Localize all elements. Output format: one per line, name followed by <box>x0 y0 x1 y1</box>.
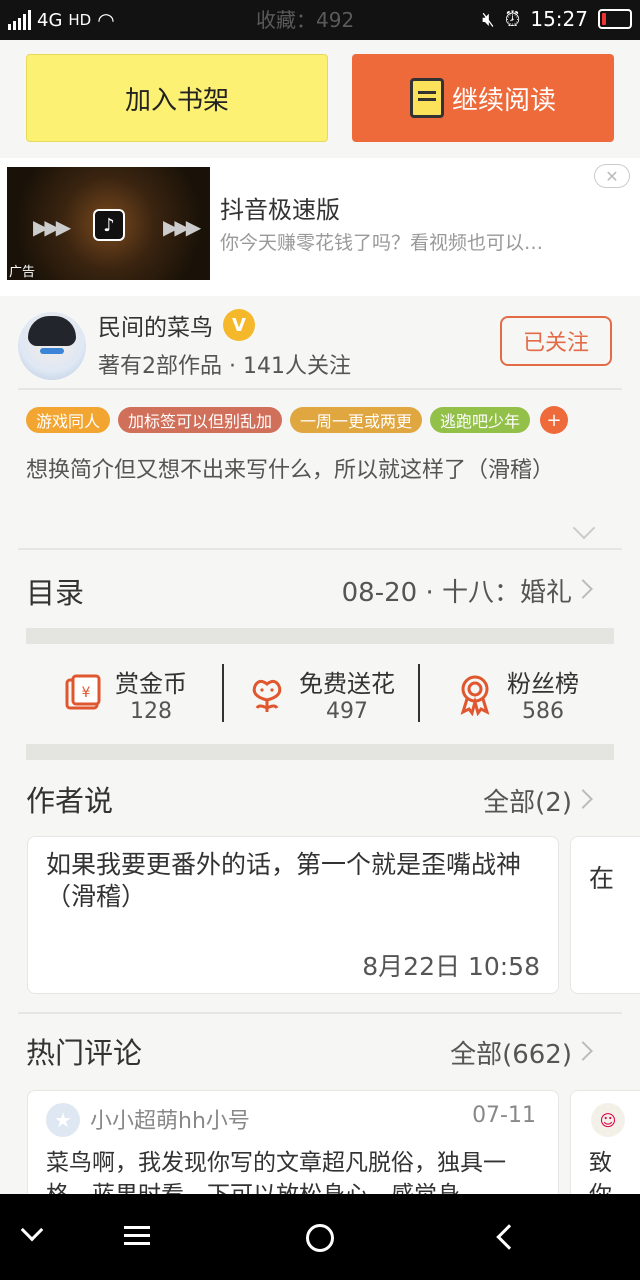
favorites-count-ghost: 收藏：492 <box>256 8 355 32</box>
stat-label: 免费送花 <box>299 670 395 698</box>
arrow-icon: ▶▶▶ <box>163 215 201 239</box>
verified-badge-icon: V <box>223 309 255 341</box>
divider <box>18 548 622 550</box>
stat-value: 128 <box>130 699 172 724</box>
author-avatar[interactable] <box>18 312 86 380</box>
author-note-time: 8月22日 10:58 <box>362 952 540 981</box>
author-meta: 著有2部作品 · 141人关注 <box>98 354 351 379</box>
chevron-right-icon[interactable] <box>573 1041 593 1061</box>
status-right: 🔇︎ ⏰︎ 15:27 <box>482 7 632 31</box>
star-avatar-icon: ★ <box>46 1103 80 1137</box>
section-gap <box>26 628 614 644</box>
catalog-title: 目录 <box>26 576 85 610</box>
stat-fans[interactable]: 粉丝榜 586 <box>418 644 614 744</box>
stat-text: 免费送花 497 <box>299 664 395 724</box>
stat-value: 497 <box>326 699 368 724</box>
comment-user[interactable]: 小小超萌hh小号 <box>90 1103 250 1135</box>
ad-title: 抖音极速版 <box>220 196 340 224</box>
mute-icon: 🔇︎ <box>482 7 495 31</box>
signal-icon <box>8 10 31 30</box>
tag[interactable]: 一周一更或两更 <box>290 407 423 433</box>
divider <box>18 388 622 390</box>
system-nav-bar <box>0 1194 640 1280</box>
book-intro: 想换简介但又想不出来写什么，所以就这样了（滑稽） <box>26 458 555 483</box>
stat-reward[interactable]: ¥ 赏金币 128 <box>26 644 222 744</box>
stat-flower[interactable]: 免费送花 497 <box>222 644 418 744</box>
flower-icon <box>245 672 289 716</box>
alarm-icon: ⏰︎ <box>504 7 521 31</box>
chevron-down-icon[interactable] <box>20 1218 44 1242</box>
tag-list: 游戏同人 加标签可以但别乱加 一周一更或两更 逃跑吧少年 + <box>26 406 569 434</box>
chevron-right-icon[interactable] <box>573 789 593 809</box>
author-says-title: 作者说 <box>26 784 114 818</box>
continue-reading-button[interactable]: 继续阅读 <box>352 54 614 142</box>
ad-close-button[interactable]: ✕ <box>594 164 630 188</box>
red-envelope-icon: ¥ <box>61 672 105 716</box>
stat-label: 赏金币 <box>115 670 187 698</box>
author-note-text: 如果我要更番外的话，第一个就是歪嘴战神（滑稽） <box>46 850 522 911</box>
ad-badge: 广告 <box>9 265 36 280</box>
home-icon[interactable] <box>306 1224 334 1252</box>
author-name-row[interactable]: 民间的菜鸟 V <box>98 308 255 342</box>
chevron-right-icon[interactable] <box>573 579 593 599</box>
cartoon-avatar-icon: ☺ <box>591 1103 625 1137</box>
author-note-text: 在 <box>589 864 615 893</box>
author-name: 民间的菜鸟 <box>98 315 213 341</box>
add-tag-button[interactable]: + <box>540 406 569 434</box>
author-note-card-next[interactable]: 在 <box>570 836 640 994</box>
network-type: 4G <box>37 9 63 31</box>
status-bar: 4G HD ◠ 收藏：492 🔇︎ ⏰︎ 15:27 <box>0 0 640 40</box>
tag[interactable]: 加标签可以但别乱加 <box>118 407 283 433</box>
hot-comments-all-link[interactable]: 全部(662) <box>450 1034 572 1071</box>
arrow-icon: ▶▶▶ <box>33 215 71 239</box>
divider <box>18 1012 622 1014</box>
hot-comments-title: 热门评论 <box>26 1036 143 1070</box>
clock: 15:27 <box>530 7 588 31</box>
continue-reading-label: 继续阅读 <box>451 85 556 116</box>
battery-icon <box>598 9 632 29</box>
tag[interactable]: 游戏同人 <box>26 407 111 433</box>
section-gap <box>26 744 614 760</box>
hd-indicator: HD <box>68 11 92 29</box>
ad-thumbnail: ▶▶▶ ♪ ▶▶▶ 广告 <box>7 167 210 280</box>
menu-icon[interactable] <box>124 1226 150 1229</box>
author-row: 民间的菜鸟 V 著有2部作品 · 141人关注 已关注 <box>18 304 622 388</box>
add-to-shelf-button[interactable]: 加入书架 <box>26 54 328 142</box>
stat-text: 粉丝榜 586 <box>507 664 579 724</box>
back-icon[interactable] <box>496 1224 522 1250</box>
stat-text: 赏金币 128 <box>115 664 187 724</box>
latest-chapter[interactable]: 08-20 · 十八：婚礼 <box>342 572 572 609</box>
author-says-all-link[interactable]: 全部(2) <box>483 782 572 819</box>
stats-row: ¥ 赏金币 128 免费送花 497 粉丝榜 586 <box>26 644 614 744</box>
wifi-icon: ◠ <box>97 8 115 32</box>
book-icon <box>409 78 444 118</box>
author-note-card[interactable]: 如果我要更番外的话，第一个就是歪嘴战神（滑稽） 8月22日 10:58 <box>27 836 559 994</box>
follow-button[interactable]: 已关注 <box>500 316 612 366</box>
stat-value: 586 <box>522 699 564 724</box>
douyin-logo-icon: ♪ <box>93 209 125 241</box>
expand-chevron-icon[interactable] <box>572 516 596 540</box>
ad-description: 你今天赚零花钱了吗？看视频也可以… <box>220 232 544 254</box>
top-actions: 加入书架 继续阅读 <box>0 40 640 158</box>
comment-date: 07-11 <box>472 1103 536 1128</box>
stat-label: 粉丝榜 <box>507 670 579 698</box>
tag[interactable]: 逃跑吧少年 <box>430 407 531 433</box>
status-left: 4G HD ◠ <box>8 8 115 32</box>
ad-banner[interactable]: ▶▶▶ ♪ ▶▶▶ 广告 抖音极速版 你今天赚零花钱了吗？看视频也可以… ✕ <box>0 158 640 296</box>
svg-text:¥: ¥ <box>82 685 91 701</box>
medal-icon <box>453 672 497 716</box>
